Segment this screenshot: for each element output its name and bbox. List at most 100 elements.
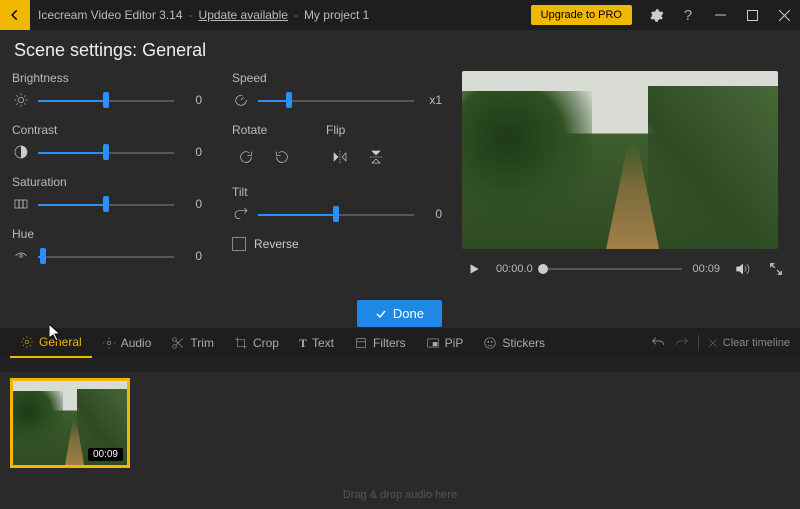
check-icon [375, 308, 387, 320]
rotate-group: Rotate [232, 123, 296, 171]
tab-text-label: Text [312, 336, 334, 350]
audio-drop-hint: Drag & drop audio here [343, 489, 457, 501]
tab-audio-label: Audio [121, 336, 152, 350]
tilt-control: Tilt 0 [232, 185, 442, 223]
text-icon: T [299, 336, 307, 351]
crop-icon [234, 336, 248, 350]
tab-trim[interactable]: Trim [161, 328, 224, 358]
tab-filters[interactable]: Filters [344, 328, 416, 358]
hue-control: Hue 0 [12, 227, 202, 265]
app-name: Icecream Video Editor 3.14 [38, 8, 183, 22]
contrast-slider[interactable] [38, 145, 174, 159]
brightness-slider[interactable] [38, 93, 174, 107]
flip-h-icon [332, 149, 348, 165]
tilt-icon [232, 205, 250, 223]
speed-label: Speed [232, 71, 442, 85]
speed-slider[interactable] [258, 93, 414, 107]
tab-text[interactable]: T Text [289, 328, 344, 358]
contrast-control: Contrast 0 [12, 123, 202, 161]
brightness-label: Brightness [12, 71, 202, 85]
rotate-label: Rotate [232, 123, 296, 137]
saturation-slider[interactable] [38, 197, 174, 211]
saturation-control: Saturation 0 [12, 175, 202, 213]
tab-trim-label: Trim [190, 336, 214, 350]
undo-icon [650, 335, 666, 351]
hue-label: Hue [12, 227, 202, 241]
progress-slider[interactable] [543, 268, 683, 270]
tab-crop-label: Crop [253, 336, 279, 350]
flip-group: Flip [326, 123, 390, 171]
hue-slider[interactable] [38, 249, 174, 263]
tilt-value: 0 [422, 207, 442, 221]
speed-value: x1 [422, 93, 442, 107]
tabbar: General Audio Trim Crop T Text Filters Pi… [0, 328, 800, 358]
help-button[interactable]: ? [672, 0, 704, 30]
separator: - [294, 8, 298, 22]
reverse-checkbox-row[interactable]: Reverse [232, 237, 442, 251]
brightness-icon [12, 91, 30, 109]
tab-audio[interactable]: Audio [92, 328, 162, 358]
scissors-icon [171, 336, 185, 350]
saturation-icon [12, 195, 30, 213]
volume-icon [734, 261, 750, 277]
close-icon [779, 10, 790, 21]
clip-duration-badge: 00:09 [88, 448, 123, 461]
clear-label: Clear timeline [723, 337, 790, 349]
brightness-control: Brightness 0 [12, 71, 202, 109]
upgrade-button[interactable]: Upgrade to PRO [531, 5, 632, 25]
volume-button[interactable] [730, 257, 754, 281]
hue-icon [12, 247, 30, 265]
clear-timeline-button[interactable]: Clear timeline [707, 337, 790, 349]
close-button[interactable] [768, 0, 800, 30]
flip-v-icon [368, 149, 384, 165]
tab-stickers[interactable]: Stickers [473, 328, 555, 358]
done-button[interactable]: Done [357, 300, 442, 327]
flip-label: Flip [326, 123, 390, 137]
video-preview[interactable] [462, 71, 778, 249]
saturation-value: 0 [182, 197, 202, 211]
timeline-ruler[interactable] [0, 358, 800, 372]
tab-general[interactable]: General [10, 328, 92, 358]
maximize-icon [747, 10, 758, 21]
titlebar: Icecream Video Editor 3.14 - Update avai… [0, 0, 800, 30]
undo-button[interactable] [650, 335, 666, 351]
tab-crop[interactable]: Crop [224, 328, 289, 358]
rotate-cw-icon [238, 149, 254, 165]
saturation-label: Saturation [12, 175, 202, 189]
flip-horizontal-button[interactable] [326, 143, 354, 171]
timeline-clip[interactable]: 00:09 [10, 378, 130, 468]
fullscreen-icon [769, 262, 783, 276]
total-time: 00:09 [692, 263, 720, 275]
rotate-ccw-button[interactable] [268, 143, 296, 171]
x-icon [707, 337, 719, 349]
speed-control: Speed x1 [232, 71, 442, 109]
speed-icon [232, 91, 250, 109]
reverse-checkbox[interactable] [232, 237, 246, 251]
tab-general-label: General [39, 335, 82, 349]
play-button[interactable] [462, 257, 486, 281]
tilt-label: Tilt [232, 185, 442, 199]
maximize-button[interactable] [736, 0, 768, 30]
timeline[interactable]: 00:09 Drag & drop audio here [0, 358, 800, 509]
settings-button[interactable] [640, 0, 672, 30]
update-link[interactable]: Update available [199, 8, 288, 22]
audio-icon [102, 336, 116, 350]
tab-filters-label: Filters [373, 336, 406, 350]
back-button[interactable] [0, 0, 30, 30]
player-bar: 00:00.0 00:09 [462, 249, 788, 289]
tab-pip[interactable]: PiP [416, 328, 474, 358]
flip-vertical-button[interactable] [362, 143, 390, 171]
contrast-icon [12, 143, 30, 161]
reverse-label: Reverse [254, 237, 299, 251]
rotate-cw-button[interactable] [232, 143, 260, 171]
minimize-icon [715, 10, 726, 21]
hue-value: 0 [182, 249, 202, 263]
project-name: My project 1 [304, 8, 369, 22]
fullscreen-button[interactable] [764, 257, 788, 281]
page-title: Scene settings: General [0, 30, 800, 71]
tilt-slider[interactable] [258, 207, 414, 221]
minimize-button[interactable] [704, 0, 736, 30]
redo-button[interactable] [674, 335, 690, 351]
tab-stickers-label: Stickers [502, 336, 545, 350]
title-text: Icecream Video Editor 3.14 - Update avai… [30, 8, 377, 22]
